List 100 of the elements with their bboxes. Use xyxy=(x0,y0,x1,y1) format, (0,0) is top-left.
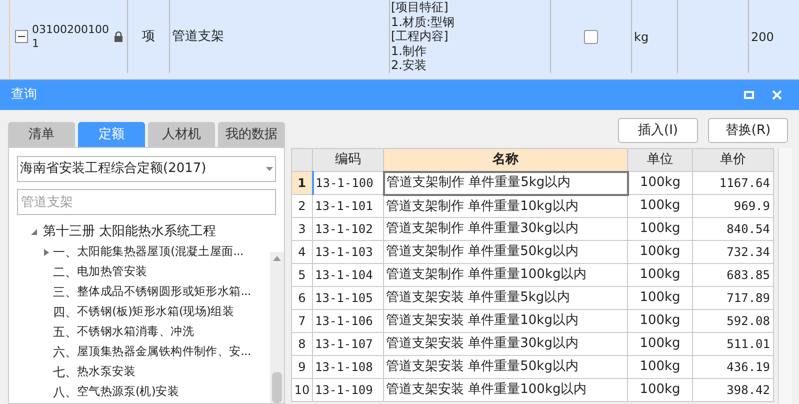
dropdown-caret-icon xyxy=(266,167,273,171)
table-cell: 100kg xyxy=(628,264,692,286)
table-cell: 管道支架制作 单件重量30kg以内 xyxy=(384,218,628,240)
collapsed-triangle-icon[interactable] xyxy=(44,248,49,256)
tab[interactable]: 清单 xyxy=(8,122,75,147)
action-button[interactable]: 替换(R) xyxy=(708,118,788,143)
row-number[interactable]: 9 xyxy=(292,356,312,378)
tree-item[interactable]: 不锈钢水箱消毒、冲洗 xyxy=(77,323,194,341)
table-cell: 1167.64 xyxy=(692,172,774,194)
tree-item[interactable]: 空气热源泵(机)安装 xyxy=(77,383,179,401)
tree-item-number: 五、 xyxy=(53,324,77,341)
table-cell: 管道支架安装 单件重量50kg以内 xyxy=(384,356,628,378)
table-cell: 13-1-108 xyxy=(312,356,384,378)
checkbox[interactable] xyxy=(584,30,598,44)
table-cell: 840.54 xyxy=(692,218,774,240)
item-type: 项 xyxy=(142,28,155,46)
table-cell: 管道支架制作 单件重量5kg以内 xyxy=(384,172,628,194)
library-dropdown[interactable]: 海南省安装工程综合定额(2017) xyxy=(17,156,276,182)
tree-item-number: 二、 xyxy=(53,264,77,281)
tree-item[interactable]: 电加热管安装 xyxy=(77,263,148,281)
row-number[interactable]: 5 xyxy=(292,264,312,286)
item-code: 031002001001 xyxy=(32,22,110,50)
table-cell: 13-1-104 xyxy=(312,264,384,286)
tree-item[interactable]: 不锈钢(板)矩形水箱(现场)组装 xyxy=(77,303,234,321)
table-cell: 732.34 xyxy=(692,240,774,264)
table-cell: 100kg xyxy=(628,286,692,310)
tree-item-number: 四、 xyxy=(53,304,77,321)
feature-line: 2.安装 xyxy=(391,58,428,72)
feature-line: [工程内容] xyxy=(391,29,450,44)
search-field[interactable]: 管道支架 xyxy=(17,189,276,215)
item-name: 管道支架 xyxy=(172,28,224,46)
table-cell: 100kg xyxy=(628,194,692,218)
table-cell: 管道支架安装 单件重量10kg以内 xyxy=(384,310,628,332)
table-cell: 100kg xyxy=(628,332,692,356)
tree-item-number: 一、 xyxy=(53,244,77,261)
row-number[interactable]: 7 xyxy=(292,310,312,332)
table-cell: 13-1-105 xyxy=(312,286,384,310)
tab[interactable]: 我的数据 xyxy=(218,122,285,147)
column-header[interactable]: 单价 xyxy=(692,148,774,172)
feature-line: 1.材质:型钢 xyxy=(391,14,456,29)
table-cell: 管道支架安装 单件重量100kg以内 xyxy=(384,378,628,402)
table-cell: 100kg xyxy=(628,218,692,240)
table-cell: 13-1-109 xyxy=(312,378,384,402)
table-cell: 969.9 xyxy=(692,194,774,218)
row-number[interactable]: 2 xyxy=(292,194,312,218)
row-number[interactable]: 10 xyxy=(292,378,312,402)
collapse-toggle[interactable] xyxy=(15,30,28,43)
tree-item-number: 六、 xyxy=(53,344,77,361)
row-number[interactable]: 8 xyxy=(292,332,312,356)
scrollbar[interactable] xyxy=(270,252,284,403)
table-cell: 13-1-106 xyxy=(312,310,384,332)
table-cell: 管道支架安装 单件重量30kg以内 xyxy=(384,332,628,356)
tree-item[interactable]: 太阳能集热器屋顶(混凝土屋面... xyxy=(77,243,244,261)
table-cell: 13-1-100 xyxy=(312,172,384,194)
table-cell: 管道支架制作 单件重量10kg以内 xyxy=(384,194,628,218)
tree-item[interactable]: 屋顶集热器金属铁构件制作、安... xyxy=(77,343,251,361)
column-header[interactable]: 编码 xyxy=(312,148,384,172)
header-cell xyxy=(292,148,312,172)
item-quantity: 200 xyxy=(751,28,774,46)
table-cell: 717.89 xyxy=(692,286,774,310)
tree-item-number: 七、 xyxy=(53,364,77,381)
table-cell: 100kg xyxy=(628,172,692,194)
row-number[interactable]: 3 xyxy=(292,218,312,240)
row-number[interactable]: 6 xyxy=(292,286,312,310)
expanded-triangle-icon[interactable] xyxy=(31,229,37,235)
tree-item[interactable]: 热水泵安装 xyxy=(77,363,136,381)
table-cell: 100kg xyxy=(628,378,692,402)
table-cell: 100kg xyxy=(628,310,692,332)
tab[interactable]: 人材机 xyxy=(148,122,215,147)
table-cell: 13-1-103 xyxy=(312,240,384,264)
close-icon[interactable] xyxy=(772,90,782,100)
dropdown-value: 海南省安装工程综合定额(2017) xyxy=(20,160,208,178)
dialog-title: 查询 xyxy=(11,86,37,104)
table-cell: 13-1-101 xyxy=(312,194,384,218)
tree-item-number: 三、 xyxy=(53,284,77,301)
tree-item-number: 八、 xyxy=(53,384,77,401)
column-header[interactable]: 名称 xyxy=(384,148,628,172)
column-header[interactable]: 单位 xyxy=(628,148,692,172)
scroll-up-icon[interactable] xyxy=(273,256,281,261)
table-cell: 592.08 xyxy=(692,310,774,332)
table-cell: 管道支架安装 单件重量5kg以内 xyxy=(384,286,628,310)
maximize-icon[interactable] xyxy=(744,91,754,99)
tree-item[interactable]: 第十三册 太阳能热水系统工程 xyxy=(43,222,216,242)
scrollbar-thumb[interactable] xyxy=(272,372,282,403)
scrollbar[interactable] xyxy=(778,148,792,404)
row-number[interactable]: 4 xyxy=(292,240,312,264)
table-cell: 13-1-102 xyxy=(312,218,384,240)
feature-line: [项目特征] xyxy=(391,0,450,14)
table-cell: 683.85 xyxy=(692,264,774,286)
table-cell: 13-1-107 xyxy=(312,332,384,356)
action-button[interactable]: 插入(I) xyxy=(618,118,698,143)
table-cell: 511.01 xyxy=(692,332,774,356)
item-unit: kg xyxy=(634,28,649,46)
feature-line: 1.制作 xyxy=(391,44,428,58)
row-number[interactable]: 1 xyxy=(292,172,312,194)
table-cell: 398.42 xyxy=(692,378,774,402)
table-cell: 管道支架制作 单件重量50kg以内 xyxy=(384,240,628,264)
table-cell: 管道支架制作 单件重量100kg以内 xyxy=(384,264,628,286)
tree-item[interactable]: 整体成品不锈钢圆形或矩形水箱... xyxy=(77,283,251,301)
table-cell: 436.19 xyxy=(692,356,774,378)
